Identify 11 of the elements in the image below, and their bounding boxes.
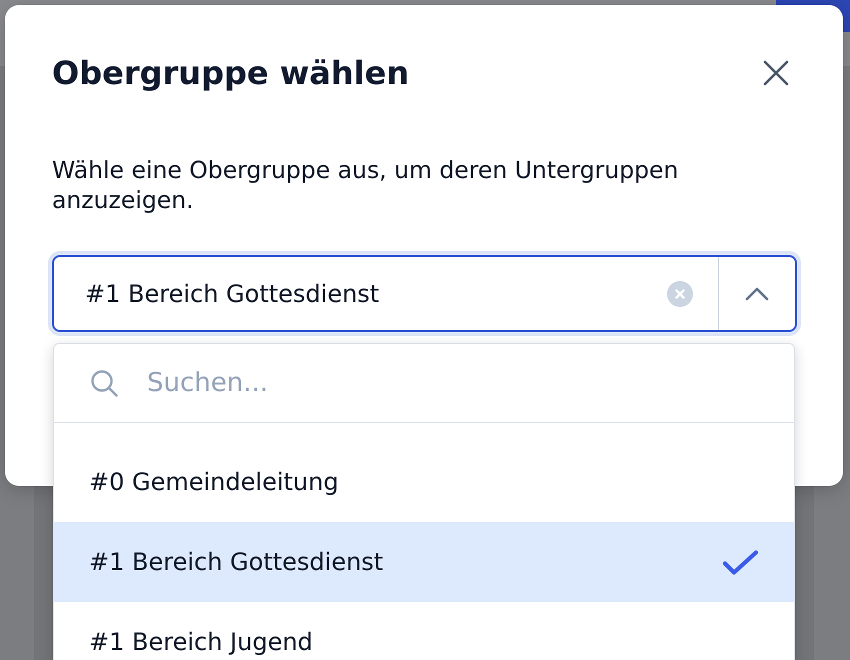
search-field[interactable]: Suchen... — [147, 363, 774, 403]
dialog-description: Wähle eine Obergruppe aus, um deren Untergruppen anzuzeigen. — [52, 155, 680, 215]
dropdown-option[interactable]: #1 Bereich Gottesdienst — [54, 522, 794, 602]
dialog-title: Obergruppe wählen — [52, 53, 410, 94]
chevron-up-icon — [745, 286, 769, 300]
dropdown-option[interactable]: #0 Gemeindeleitung — [54, 442, 794, 522]
clear-icon[interactable] — [667, 280, 693, 306]
check-icon — [722, 548, 759, 576]
search-icon — [90, 369, 118, 397]
close-icon — [763, 60, 789, 86]
dropdown-option[interactable]: #1 Bereich Jugend — [54, 602, 794, 660]
